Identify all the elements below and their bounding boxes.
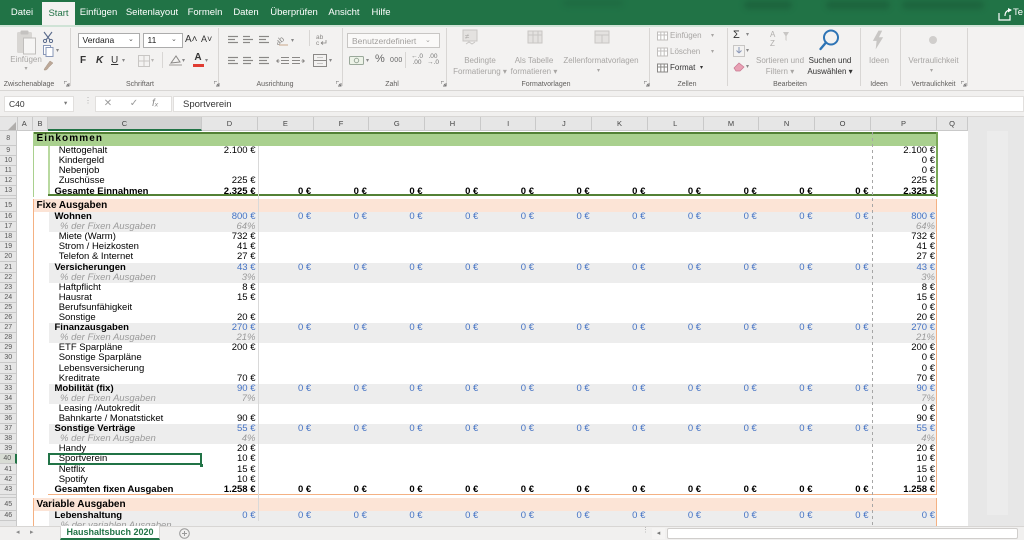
- svg-text:A: A: [770, 30, 776, 39]
- svg-text:Z: Z: [770, 39, 775, 47]
- svg-text:ab: ab: [277, 34, 286, 46]
- svg-text:≠: ≠: [465, 32, 470, 41]
